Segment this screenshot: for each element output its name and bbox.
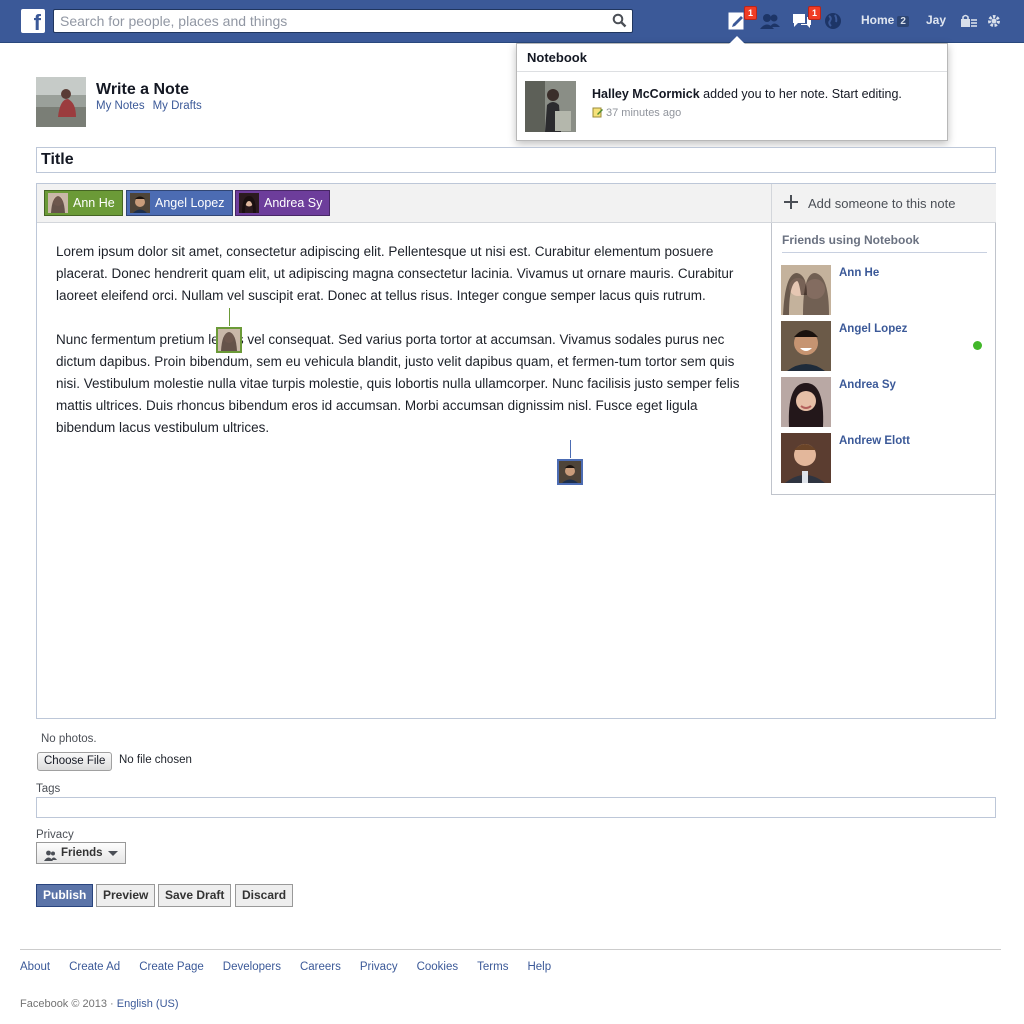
no-photos-label: No photos.: [41, 733, 97, 745]
footer-link-developers[interactable]: Developers: [223, 961, 281, 973]
notebook-notification-flyout: Notebook Halley McCormick added you to h…: [516, 36, 948, 141]
footer-link-terms[interactable]: Terms: [477, 961, 508, 973]
note-app-icon: [592, 107, 603, 118]
friends-using-notebook-panel: Friends using Notebook Ann He Angel Lope…: [771, 223, 996, 495]
note-body-text[interactable]: Lorem ipsum dolor sit amet, consectetur …: [56, 241, 746, 461]
friends-icon: [44, 848, 57, 868]
choose-file-button[interactable]: Choose File: [37, 752, 113, 771]
footer-link-about[interactable]: About: [20, 961, 50, 973]
avatar: [48, 193, 68, 213]
facebook-logo[interactable]: f: [21, 9, 45, 33]
notification-photo: [525, 81, 576, 132]
messages-badge: 1: [807, 6, 821, 20]
online-status-indicator: [973, 341, 982, 350]
friend-name[interactable]: Andrea Sy: [839, 379, 896, 391]
search-input[interactable]: [60, 10, 600, 32]
friend-name[interactable]: Andrew Elott: [839, 435, 910, 447]
footer-link-careers[interactable]: Careers: [300, 961, 341, 973]
collaborator-cursor-avatar-angel-lopez: [557, 459, 583, 485]
collaborator-name: Angel Lopez: [155, 196, 225, 210]
friend-photo: [781, 321, 831, 371]
save-draft-button[interactable]: Save Draft: [158, 884, 232, 907]
friend-item-angel-lopez[interactable]: Angel Lopez: [781, 321, 986, 371]
tags-label: Tags: [36, 783, 61, 795]
friends-panel-title: Friends using Notebook: [782, 233, 987, 253]
my-drafts-link[interactable]: My Drafts: [153, 100, 202, 112]
note-paragraph: Nunc fermentum pretium lectus vel conseq…: [56, 332, 740, 435]
collaborator-name: Andrea Sy: [264, 196, 323, 210]
collaborator-cursor-line: [570, 440, 571, 458]
notification-time-text: 37 minutes ago: [606, 107, 682, 119]
chevron-down-icon: [108, 851, 118, 856]
footer-link-create-ad[interactable]: Create Ad: [69, 961, 120, 973]
friend-photo: [781, 377, 831, 427]
friend-item-andrea-sy[interactable]: Andrea Sy: [781, 377, 986, 427]
notification-time: 37 minutes ago: [592, 106, 681, 119]
avatar: [239, 193, 259, 213]
friend-photo: [781, 265, 831, 315]
privacy-label: Privacy: [36, 829, 74, 841]
home-link[interactable]: Home 2: [861, 13, 909, 27]
privacy-selector[interactable]: Friends: [36, 842, 126, 864]
my-notes-link[interactable]: My Notes: [96, 100, 145, 112]
page-title: Write a Note: [96, 81, 190, 98]
plus-icon: [784, 193, 798, 213]
user-profile-link[interactable]: Jay: [926, 13, 946, 27]
footer-link-create-page[interactable]: Create Page: [139, 961, 204, 973]
publish-button[interactable]: Publish: [36, 884, 94, 907]
friend-item-andrew-elott[interactable]: Andrew Elott: [781, 433, 986, 483]
friend-name[interactable]: Ann He: [839, 267, 879, 279]
messages-icon[interactable]: 1: [791, 6, 821, 31]
notes-badge: 1: [743, 6, 757, 20]
friend-name[interactable]: Angel Lopez: [839, 323, 907, 335]
friend-photo: [781, 433, 831, 483]
footer-divider: [20, 949, 1001, 950]
copyright-text: Facebook © 2013 ·: [20, 998, 117, 1010]
home-label: Home: [861, 13, 895, 27]
collaborator-chip-ann-he[interactable]: Ann He: [44, 190, 123, 216]
privacy-value: Friends: [61, 847, 103, 859]
footer-link-help[interactable]: Help: [527, 961, 551, 973]
avatar: [130, 193, 150, 213]
notification-actor[interactable]: Halley McCormick: [592, 87, 700, 101]
note-editor: Ann He Angel Lopez Andrea Sy Add someone…: [36, 183, 996, 719]
search-icon[interactable]: [612, 13, 627, 31]
preview-button[interactable]: Preview: [96, 884, 156, 907]
settings-gear-icon[interactable]: [986, 13, 1008, 33]
footer-links: About Create Ad Create Page Developers Caree…: [20, 961, 570, 973]
header-links: My Notes My Drafts: [96, 100, 210, 112]
collaborator-cursor-avatar-ann-he: [216, 327, 242, 353]
notification-text: Halley McCormick added you to her note. …: [592, 87, 932, 101]
add-collaborator-button[interactable]: Add someone to this note: [771, 184, 996, 223]
note-title-input[interactable]: [37, 148, 995, 172]
notes-jewel-icon[interactable]: 1: [727, 6, 757, 31]
note-title-field[interactable]: [36, 147, 996, 173]
author-profile-photo[interactable]: [36, 77, 86, 127]
collaborator-name: Ann He: [73, 196, 115, 210]
search-box[interactable]: [53, 9, 633, 33]
file-status-text: No file chosen: [119, 754, 192, 766]
globe-notifications-icon[interactable]: [823, 11, 845, 31]
collaborators-bar: Ann He Angel Lopez Andrea Sy: [37, 184, 771, 223]
notification-message: added you to her note. Start editing.: [699, 87, 902, 101]
language-link[interactable]: English (US): [117, 998, 179, 1010]
footer-link-privacy[interactable]: Privacy: [360, 961, 398, 973]
collaborator-chip-andrea-sy[interactable]: Andrea Sy: [235, 190, 331, 216]
tags-input[interactable]: [36, 797, 996, 818]
copyright: Facebook © 2013 · English (US): [20, 998, 179, 1010]
friend-requests-icon[interactable]: [759, 11, 781, 31]
discard-button[interactable]: Discard: [235, 884, 294, 907]
collaborator-cursor-line: [229, 308, 230, 326]
privacy-shortcuts-icon[interactable]: [960, 13, 982, 33]
flyout-title: Notebook: [517, 44, 947, 72]
note-paragraph: Lorem ipsum dolor sit amet, consectetur …: [56, 244, 734, 303]
top-navigation-bar: f 1 1 Home2 Jay: [0, 0, 1024, 43]
add-collaborator-label: Add someone to this note: [808, 196, 956, 211]
friend-item-ann-he[interactable]: Ann He: [781, 265, 986, 315]
footer-link-cookies[interactable]: Cookies: [417, 961, 459, 973]
home-count-badge: 2: [897, 16, 909, 27]
collaborator-chip-angel-lopez[interactable]: Angel Lopez: [126, 190, 233, 216]
